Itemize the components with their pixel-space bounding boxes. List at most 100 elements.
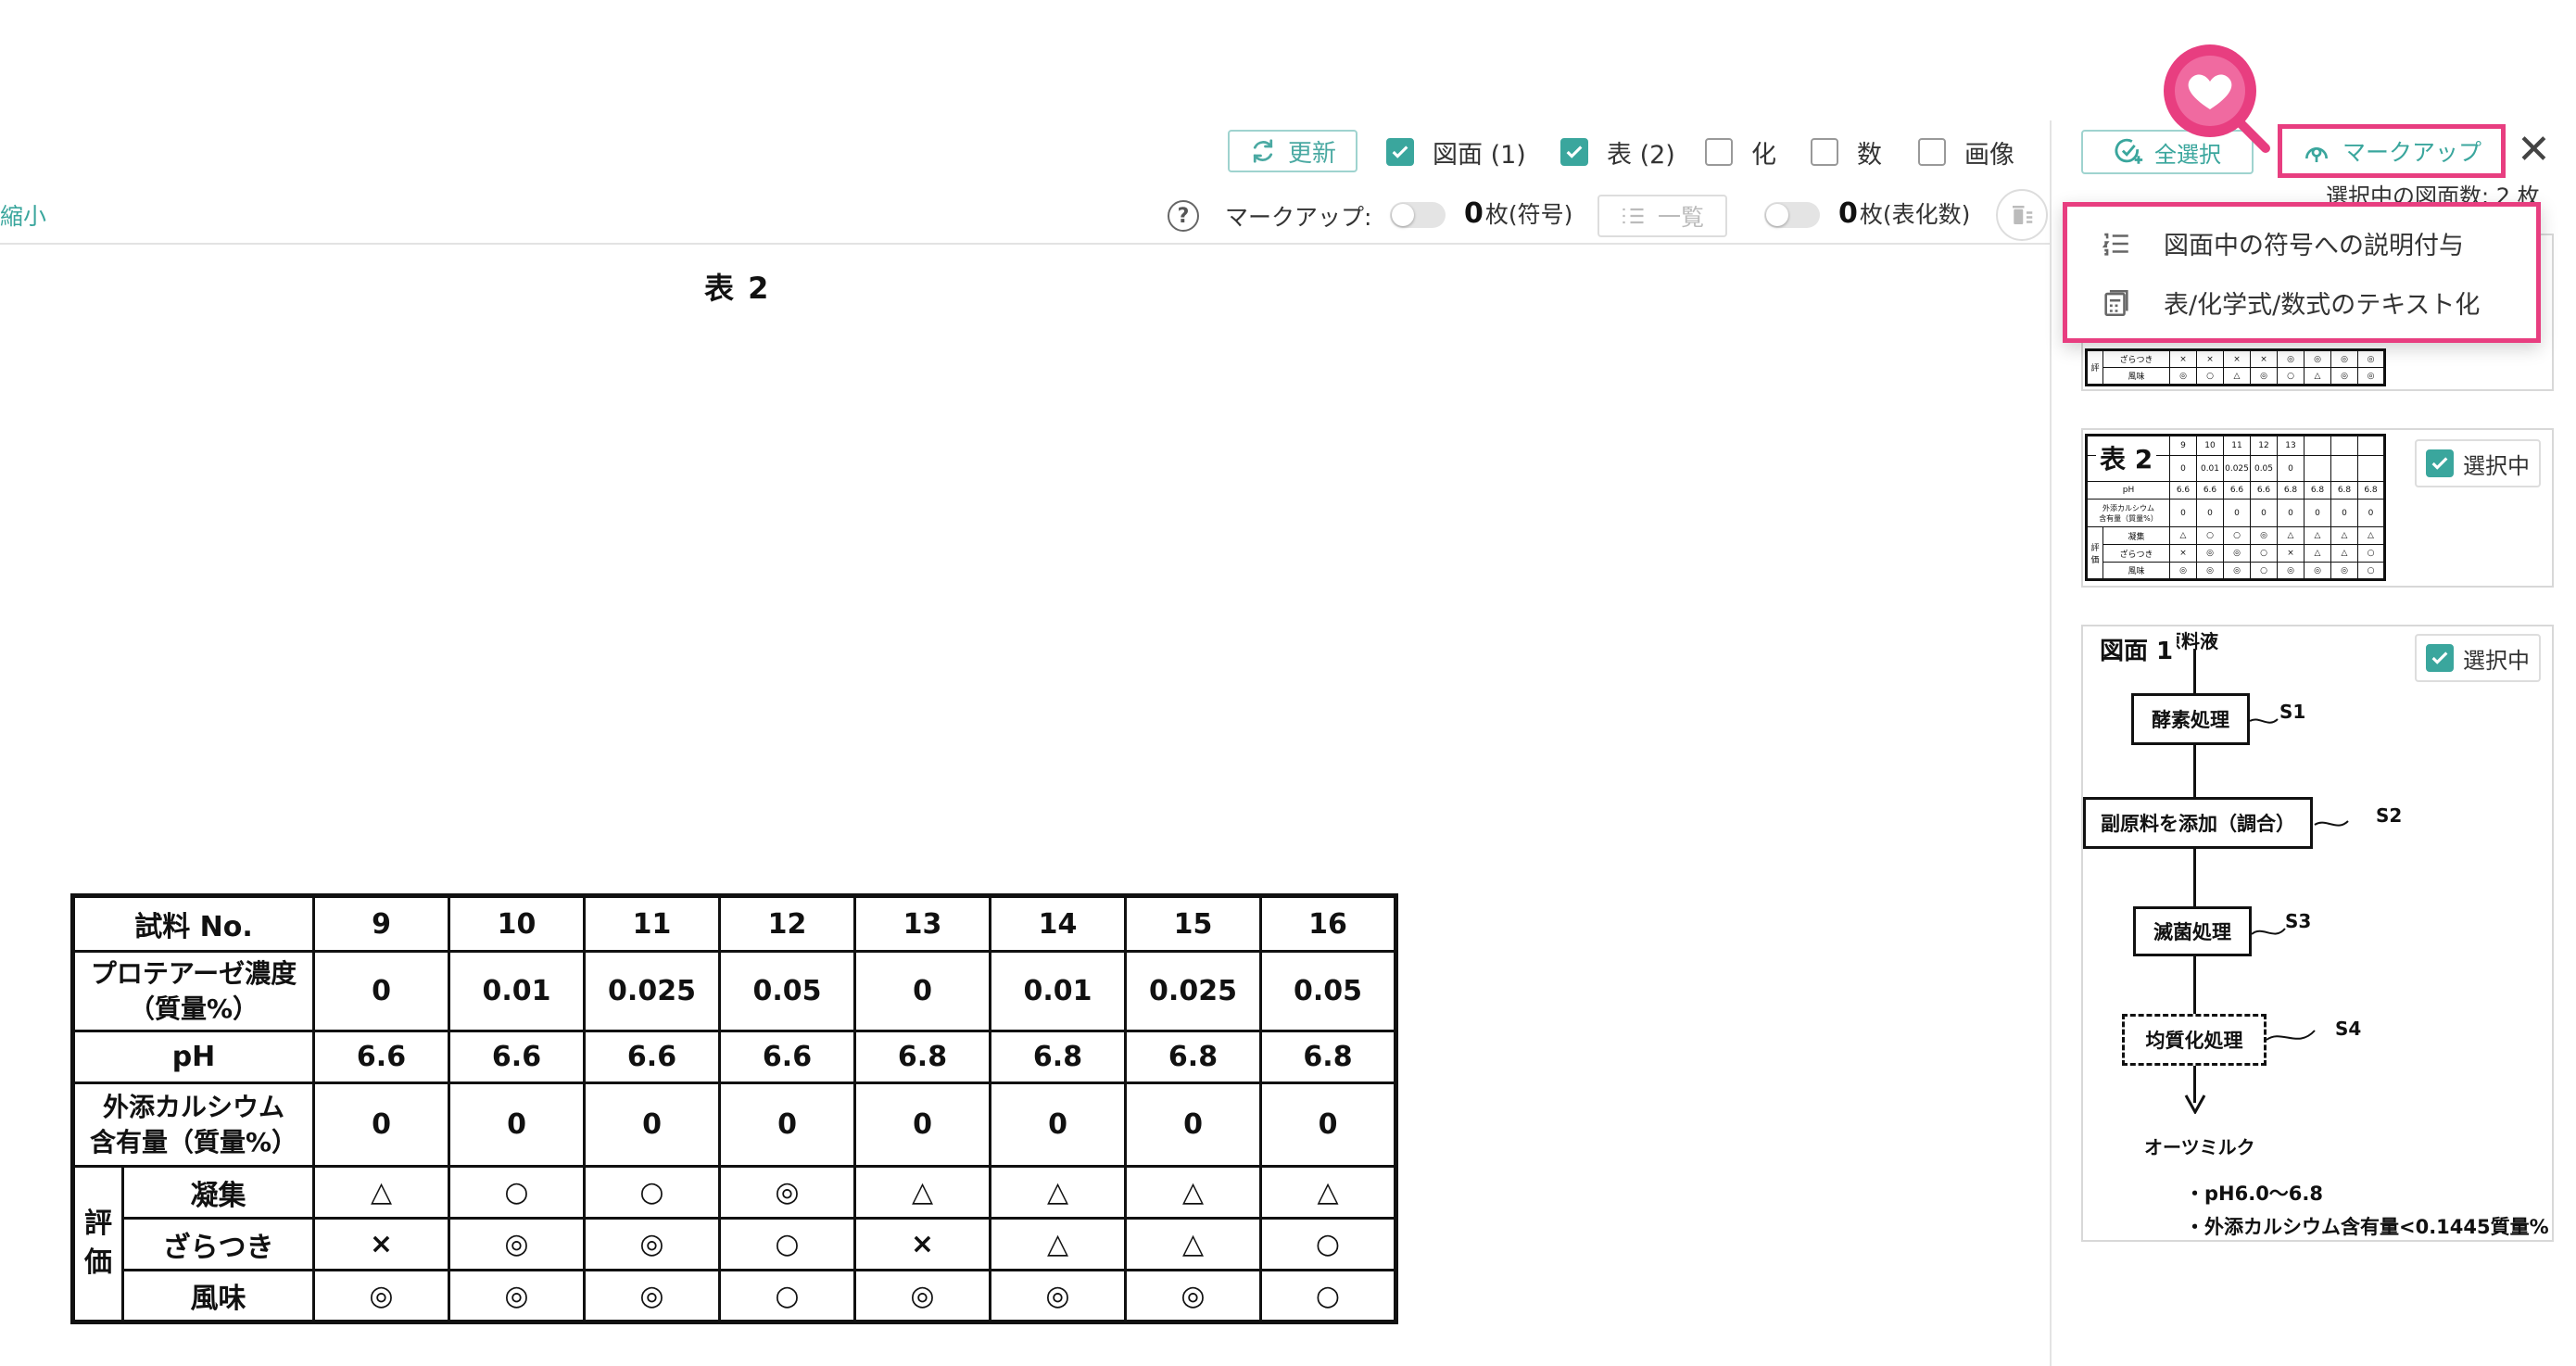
table-row: 風味 ◎ ◎ ◎ ○ ◎ ◎ ◎ ○ — [73, 1269, 1397, 1323]
mini-cell: ざらつき — [2102, 349, 2170, 368]
eval-group-label: 評 価 — [71, 1165, 124, 1323]
table-cell: 0 — [853, 1081, 991, 1168]
filter-math-label: 数 — [1857, 140, 1882, 170]
mini-cell — [2357, 455, 2385, 482]
markup-button[interactable]: マークアップ — [2278, 124, 2506, 178]
close-icon[interactable]: ✕ — [2517, 128, 2551, 172]
table-cell: ◎ — [448, 1269, 586, 1323]
selected-count: 選択中の図面数: 2 枚 — [2326, 183, 2540, 202]
shrink-link[interactable]: 縮小 — [0, 198, 46, 232]
selected-label: 選択中 — [2463, 647, 2530, 674]
mini-cell: × — [2169, 544, 2197, 563]
table-cell: 0 — [718, 1081, 856, 1168]
eval-label-aggregation: 凝集 — [121, 1165, 315, 1220]
filter-math[interactable]: 数 — [1811, 135, 1882, 170]
mini-cell — [2357, 435, 2385, 456]
selected-checkbox[interactable]: 選択中 — [2415, 634, 2541, 682]
table-cell: 6.6 — [583, 1030, 721, 1084]
checkbox-empty-icon[interactable] — [1918, 138, 1946, 166]
mini-cell: ◎ — [2330, 349, 2358, 368]
list-button[interactable]: 一覧 — [1597, 195, 1727, 237]
mini-cell — [2304, 455, 2331, 482]
mini-cell: ◎ — [2250, 526, 2278, 545]
mini-cell: △ — [2169, 526, 2197, 545]
mini-cell: 0 — [2277, 499, 2305, 527]
mini-cell — [2304, 435, 2331, 456]
thumbnail-figure-1[interactable]: 原料液 酵素処理 S1 副原料を添加（調合） S2 滅菌処理 S3 均質化処理 … — [2081, 625, 2554, 1242]
mini-cell: △ — [2330, 544, 2358, 563]
checkbox-empty-icon[interactable] — [1811, 138, 1838, 166]
mini-cell: ◎ — [2223, 544, 2251, 563]
mini-cell: 10 — [2196, 435, 2224, 456]
flow-step-box: 酵素処理 — [2131, 693, 2250, 745]
checkbox-checked-icon[interactable] — [1560, 138, 1588, 166]
mini-cell: 0 — [2196, 499, 2224, 527]
table-cell: △ — [1124, 1217, 1262, 1271]
mini-cell: 6.6 — [2250, 481, 2278, 500]
markup-dropdown-menu: 図面中の符号への説明付与 表/化学式/数式のテキスト化 — [2063, 202, 2541, 343]
sample-no-cell: 10 — [448, 894, 586, 953]
mini-cell: 6.8 — [2330, 481, 2358, 500]
mini-cell: △ — [2330, 526, 2358, 545]
table-cell: 0 — [853, 950, 991, 1032]
sample-no-cell: 13 — [853, 894, 991, 953]
mini-cell — [2330, 435, 2358, 456]
table-cell: × — [853, 1217, 991, 1271]
calculator-icon — [2104, 289, 2128, 316]
eval-label-roughness: ざらつき — [121, 1217, 315, 1271]
filter-tables[interactable]: 表 (2) — [1560, 135, 1675, 170]
thumbnail-table-2[interactable]: 9 10 11 12 13 0 0.01 0.025 0.05 0 pH 6.6… — [2081, 428, 2554, 588]
table-row: 試料 No. 9 10 11 12 13 14 15 16 — [71, 894, 1397, 953]
mini-cell: ◎ — [2169, 562, 2197, 580]
mini-cell: ◎ — [2277, 562, 2305, 580]
flow-step-box: 均質化処理 — [2122, 1014, 2267, 1066]
list-icon — [1623, 208, 1644, 224]
mini-cell: ◎ — [2304, 562, 2331, 580]
mini-cell: 評 価 — [2086, 526, 2103, 580]
filter-drawings[interactable]: 図面 (1) — [1386, 135, 1526, 170]
mini-cell: 凝集 — [2102, 526, 2170, 545]
mini-cell: 評 — [2086, 349, 2103, 386]
table-cell: × — [312, 1217, 450, 1271]
selected-checkbox[interactable]: 選択中 — [2415, 439, 2541, 487]
mini-cell: ○ — [2277, 367, 2305, 386]
delete-button[interactable] — [1996, 189, 2048, 241]
help-icon[interactable]: ? — [1168, 200, 1199, 232]
mini-cell: ◎ — [2330, 562, 2358, 580]
symbol-count: 0 枚(符号) — [1464, 196, 1572, 230]
mini-cell: × — [2250, 349, 2278, 368]
mini-table: 評 ざらつき × × × × ◎ ◎ ◎ ◎ 風味 ◎ ○ △ ◎ ○ △ ◎ … — [2085, 348, 2386, 386]
table-cell: 0 — [448, 1081, 586, 1168]
table-cell: 0 — [312, 1081, 450, 1168]
mini-cell: △ — [2357, 526, 2385, 545]
mini-cell: ○ — [2223, 526, 2251, 545]
mini-cell: ○ — [2357, 544, 2385, 563]
table-cell: ○ — [718, 1269, 856, 1323]
menu-item-label: 図面中の符号への説明付与 — [2164, 232, 2464, 260]
menu-item-symbol-description[interactable]: 図面中の符号への説明付与 — [2101, 225, 2464, 261]
filter-images[interactable]: 画像 — [1918, 135, 2014, 170]
table-cell: ○ — [1259, 1217, 1397, 1271]
table-cell: ◎ — [718, 1165, 856, 1220]
mini-cell: ◎ — [2250, 367, 2278, 386]
mini-cell: 6.8 — [2277, 481, 2305, 500]
table-markup-toggle[interactable] — [1764, 202, 1820, 228]
symbol-markup-toggle[interactable] — [1390, 202, 1446, 228]
checkbox-empty-icon[interactable] — [1705, 138, 1733, 166]
mini-cell: 0 — [2223, 499, 2251, 527]
table-cell: 0.05 — [718, 950, 856, 1032]
mini-cell: 9 — [2169, 435, 2197, 456]
mini-cell: 6.6 — [2196, 481, 2224, 500]
table-cell: 6.6 — [312, 1030, 450, 1084]
checkbox-checked-icon[interactable] — [1386, 138, 1414, 166]
selected-label: 選択中 — [2463, 452, 2530, 479]
refresh-button[interactable]: 更新 — [1228, 130, 1357, 172]
markup-button-label: マークアップ — [2342, 139, 2481, 166]
table-cell: 6.8 — [989, 1030, 1127, 1084]
filter-chemical[interactable]: 化 — [1705, 135, 1776, 170]
table-row: 外添カルシウム 含有量（質量%） 0 0 0 0 0 0 0 0 — [71, 1081, 1397, 1168]
mini-cell: 11 — [2223, 435, 2251, 456]
mini-cell: ○ — [2196, 367, 2224, 386]
menu-item-table-to-text[interactable]: 表/化学式/数式のテキスト化 — [2101, 285, 2480, 321]
table-count-number: 0 — [1838, 197, 1858, 230]
